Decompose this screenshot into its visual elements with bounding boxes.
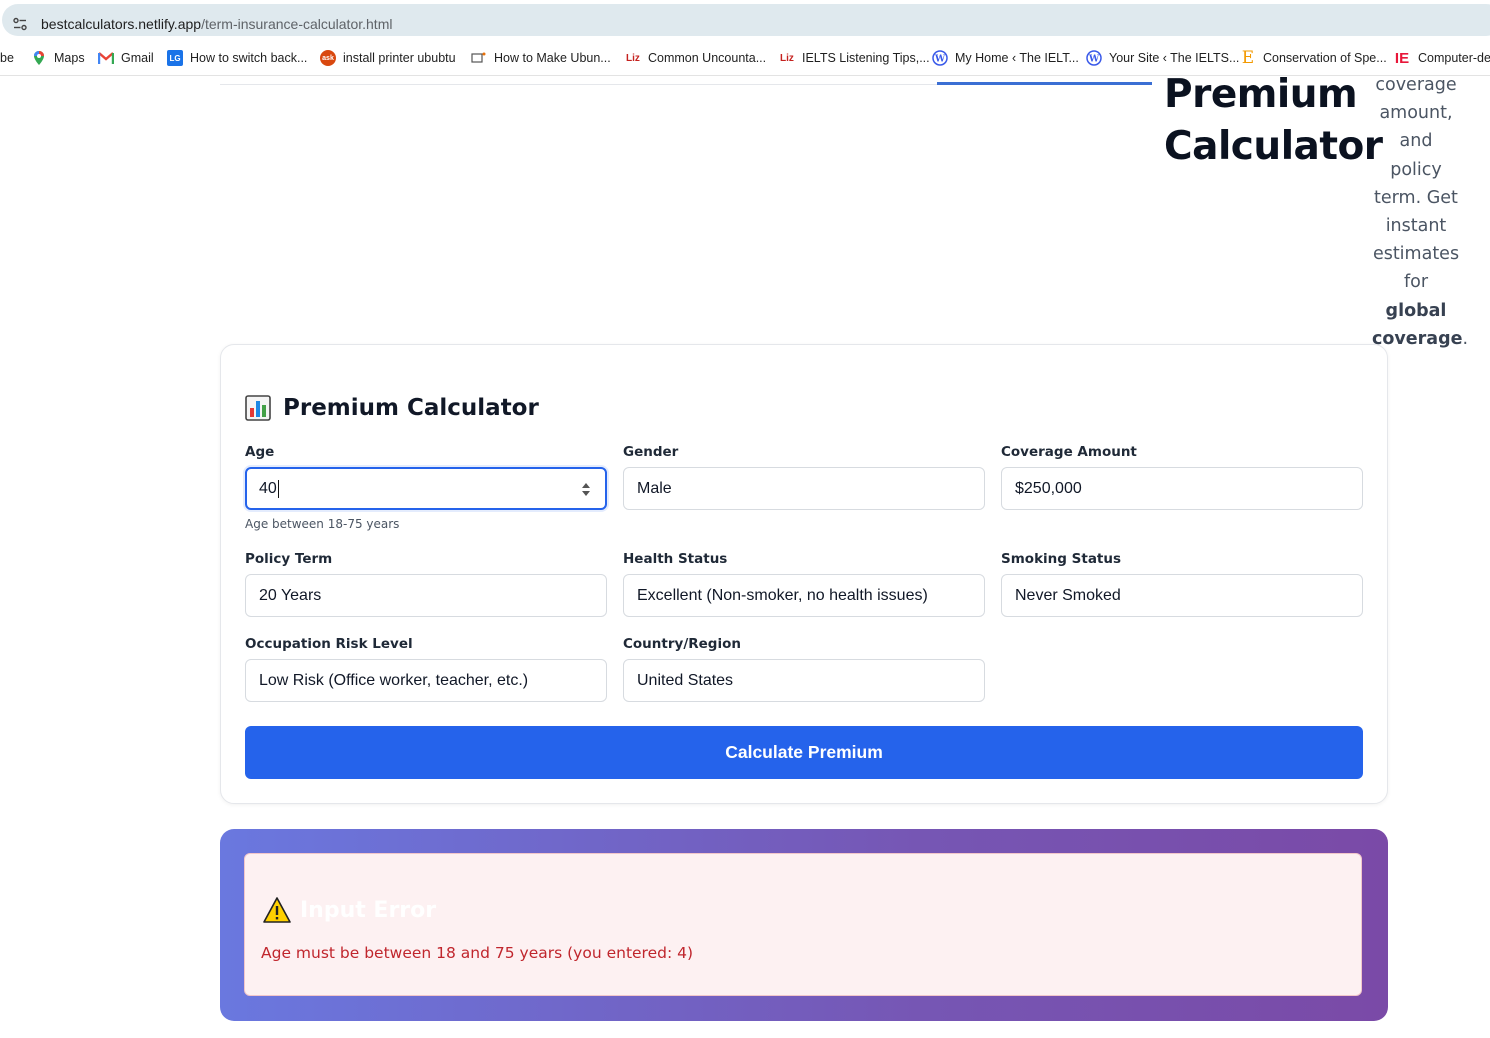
occupation-risk-value: Low Risk (Office worker, teacher, etc.)	[259, 671, 529, 689]
bookmark-label: How to switch back...	[190, 51, 308, 65]
health-status-select[interactable]: Excellent (Non-smoker, no health issues)	[623, 574, 985, 617]
gender-value: Male	[637, 479, 672, 497]
bookmark-label: Your Site ‹ The IELTS...	[1109, 51, 1240, 65]
hero-title-line: Premium	[1164, 77, 1358, 117]
ie-icon: IE	[1394, 49, 1410, 67]
page-content: Premium Calculator coverage amount, and …	[0, 77, 1490, 1038]
svg-text:W: W	[1088, 55, 1100, 65]
country-region-value: United States	[637, 671, 734, 689]
nav-active-indicator	[937, 82, 1152, 85]
hero-description: coverage amount, and policy term. Get in…	[1372, 77, 1468, 353]
bookmark-item[interactable]: be	[0, 40, 14, 75]
error-message: Age must be between 18 and 75 years (you…	[261, 944, 694, 962]
country-region-label: Country/Region	[623, 636, 741, 652]
health-status-label: Health Status	[623, 551, 728, 567]
hero-desc-line: instant	[1385, 216, 1447, 237]
calculator-title-text: Premium Calculator	[283, 395, 539, 421]
policy-term-label: Policy Term	[245, 551, 333, 567]
result-panel: Input Error Age must be between 18 and 7…	[220, 829, 1388, 1021]
calculator-title: Premium Calculator	[245, 395, 539, 421]
smoking-status-value: Never Smoked	[1015, 586, 1121, 604]
bookmark-label: install printer ububtu	[343, 51, 456, 65]
coverage-select[interactable]: $250,000	[1001, 467, 1363, 510]
coverage-value: $250,000	[1015, 479, 1082, 497]
bookmark-item[interactable]: IE Computer-del	[1393, 40, 1490, 75]
wordpress-icon: W	[932, 50, 948, 66]
hero-title-line: Calculator	[1164, 124, 1383, 169]
bookmark-label: Gmail	[121, 51, 154, 65]
age-label: Age	[245, 444, 275, 460]
bar-chart-icon	[245, 395, 271, 421]
coverage-label: Coverage Amount	[1001, 444, 1137, 460]
policy-term-select[interactable]: 20 Years	[245, 574, 607, 617]
url-path: /term-insurance-calculator.html	[201, 16, 393, 32]
warning-icon	[263, 897, 291, 923]
lg-icon: LG	[167, 50, 183, 66]
premium-calculator-card: Premium Calculator Age 40 Age between 18…	[220, 344, 1388, 804]
bookmark-label: be	[0, 51, 14, 65]
age-input[interactable]: 40	[245, 467, 607, 510]
number-stepper-icon[interactable]	[581, 481, 591, 498]
bookmarks-bar: be Maps Gmail LG How to switch back... as…	[0, 40, 1490, 76]
health-status-value: Excellent (Non-smoker, no health issues)	[637, 586, 928, 604]
bookmark-label: Maps	[54, 51, 85, 65]
gender-select[interactable]: Male	[623, 467, 985, 510]
bookmark-item[interactable]: Liz IELTS Listening Tips,...	[779, 40, 930, 75]
bookmark-label: Common Uncounta...	[648, 51, 767, 65]
text-caret	[277, 479, 279, 498]
error-title: Input Error	[300, 897, 437, 923]
bookmark-item[interactable]: E Conservation of Spe...	[1240, 40, 1387, 75]
address-bar: bestcalculators.netlify.app/term-insuran…	[0, 0, 1490, 40]
policy-term-value: 20 Years	[259, 586, 322, 604]
hero-desc-text: .	[1462, 328, 1469, 349]
hero-desc-line: and policy	[1390, 131, 1442, 180]
hero-desc-line: coverage	[1375, 77, 1457, 95]
hero-desc-bold: coverage	[1372, 328, 1463, 349]
bookmark-label: My Home ‹ The IELT...	[955, 51, 1079, 65]
bookmark-item[interactable]: W Your Site ‹ The IELTS...	[1086, 40, 1240, 75]
occupation-risk-label: Occupation Risk Level	[245, 636, 413, 652]
smoking-status-label: Smoking Status	[1001, 551, 1122, 567]
svg-text:W: W	[934, 55, 946, 65]
bookmark-label: Computer-del	[1418, 51, 1490, 65]
hero-desc-line: amount,	[1379, 103, 1453, 124]
bookmark-item[interactable]: How to Make Ubun...	[471, 40, 611, 75]
wordpress-icon: W	[1086, 50, 1102, 66]
gmail-icon	[98, 50, 114, 66]
bookmark-item[interactable]: ask install printer ububtu	[320, 40, 456, 75]
liz-icon: Liz	[780, 52, 794, 64]
url-host: bestcalculators.netlify.app	[41, 16, 202, 32]
bookmark-label: Conservation of Spe...	[1263, 51, 1387, 65]
bookmark-item[interactable]: LG How to switch back...	[167, 40, 308, 75]
age-value: 40	[259, 479, 277, 497]
bookmark-label: How to Make Ubun...	[494, 51, 611, 65]
e-icon: E	[1241, 48, 1255, 68]
error-header: Input Error	[262, 896, 436, 924]
age-hint: Age between 18-75 years	[245, 517, 400, 531]
hero-desc-line: estimates	[1372, 244, 1460, 265]
error-box: Input Error Age must be between 18 and 7…	[244, 853, 1362, 996]
hero-desc-line: for global	[1372, 268, 1460, 324]
hero-desc-bold: global	[1385, 300, 1447, 321]
gender-label: Gender	[623, 444, 679, 460]
omnibox[interactable]: bestcalculators.netlify.app/term-insuran…	[2, 4, 1490, 36]
hero-title: Premium Calculator	[1164, 77, 1383, 173]
bookmark-label: IELTS Listening Tips,...	[802, 51, 930, 65]
smoking-status-select[interactable]: Never Smoked	[1001, 574, 1363, 617]
maps-pin-icon	[31, 50, 47, 66]
page-icon	[471, 50, 487, 66]
occupation-risk-select[interactable]: Low Risk (Office worker, teacher, etc.)	[245, 659, 607, 702]
bookmark-item[interactable]: W My Home ‹ The IELT...	[932, 40, 1079, 75]
hero-desc-line: term. Get	[1374, 187, 1458, 208]
bookmark-item[interactable]: Liz Common Uncounta...	[625, 40, 767, 75]
ask-icon: ask	[320, 50, 336, 66]
bookmark-item[interactable]: Gmail	[98, 40, 154, 75]
calculate-premium-button[interactable]: Calculate Premium	[245, 726, 1363, 779]
liz-icon: Liz	[626, 52, 640, 64]
site-info-icon[interactable]	[12, 16, 28, 32]
url-text[interactable]: bestcalculators.netlify.app/term-insuran…	[41, 16, 392, 32]
country-region-select[interactable]: United States	[623, 659, 985, 702]
bookmark-item[interactable]: Maps	[31, 40, 85, 75]
hero-desc-text: for	[1403, 272, 1429, 293]
